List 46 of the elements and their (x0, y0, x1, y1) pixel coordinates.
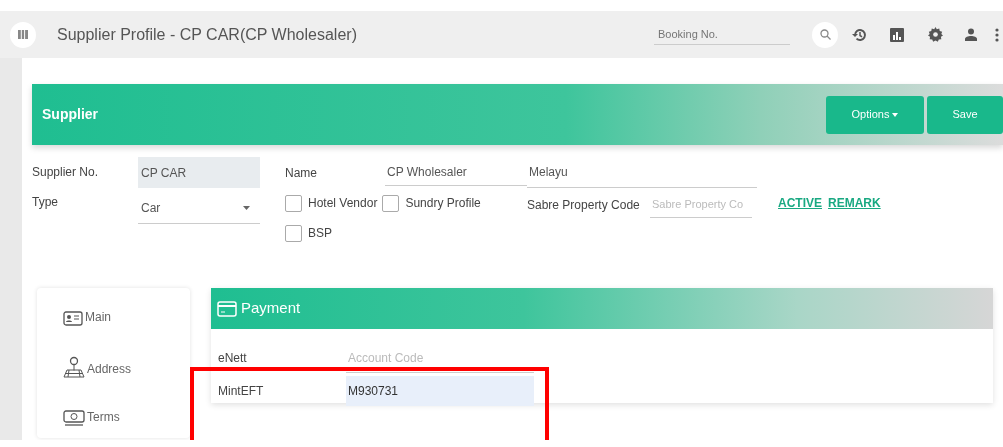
type-dropdown[interactable]: Car (138, 192, 260, 224)
checkbox-label: Sundry Profile (405, 195, 481, 212)
checkbox[interactable] (285, 194, 302, 212)
user-button[interactable] (965, 28, 977, 41)
page-title: Supplier Profile - CP CAR(CP Wholesaler) (57, 24, 357, 45)
side-menu-item[interactable]: Terms (63, 408, 190, 426)
checkbox-label: Hotel Vendor (308, 195, 378, 212)
booking-search-field[interactable]: Booking No. (654, 23, 790, 46)
user-icon (965, 28, 977, 41)
field-label: Type (32, 194, 59, 211)
history-button[interactable] (852, 26, 868, 43)
more-icon (995, 27, 999, 42)
checkbox[interactable] (285, 224, 302, 242)
checkbox-label: BSP (308, 225, 332, 242)
account-code-field[interactable]: Account Code (346, 343, 534, 373)
settings-button[interactable] (928, 27, 943, 42)
field-label: eNett (218, 350, 248, 367)
report-button[interactable] (890, 27, 904, 42)
payment-title: Payment (241, 298, 301, 319)
search-icon (819, 29, 831, 40)
money-icon (63, 410, 85, 426)
credit-card-icon (217, 300, 237, 317)
sabre-code-field[interactable]: Sabre Property Co (650, 192, 752, 218)
field-label: Sabre Property Code (527, 196, 641, 214)
field-label: MintEFT (218, 383, 265, 400)
side-menu-item[interactable]: Address (63, 356, 190, 378)
side-menu-item[interactable]: Main (63, 308, 190, 326)
history-icon (852, 26, 868, 43)
caret-icon (243, 205, 250, 210)
caret-icon (892, 113, 899, 118)
supplier-no-field[interactable]: CP CAR (138, 157, 260, 188)
menu-icon (18, 30, 28, 39)
id-card-icon (63, 311, 83, 326)
field-label: Supplier No. (32, 164, 100, 181)
name-field[interactable]: Melayu (527, 157, 757, 188)
bar-chart-icon (890, 27, 904, 42)
search-button[interactable] (812, 21, 838, 48)
checkbox[interactable] (382, 194, 400, 212)
account-code-field[interactable]: M930731 (346, 376, 534, 406)
menu-button[interactable] (10, 21, 36, 48)
map-pin-icon (63, 356, 85, 378)
more-button[interactable] (995, 27, 999, 42)
name-field[interactable]: CP Wholesaler (385, 159, 527, 186)
settings-icon (928, 27, 943, 42)
section-title: Supplier (42, 105, 98, 124)
field-label: Name (285, 164, 318, 182)
